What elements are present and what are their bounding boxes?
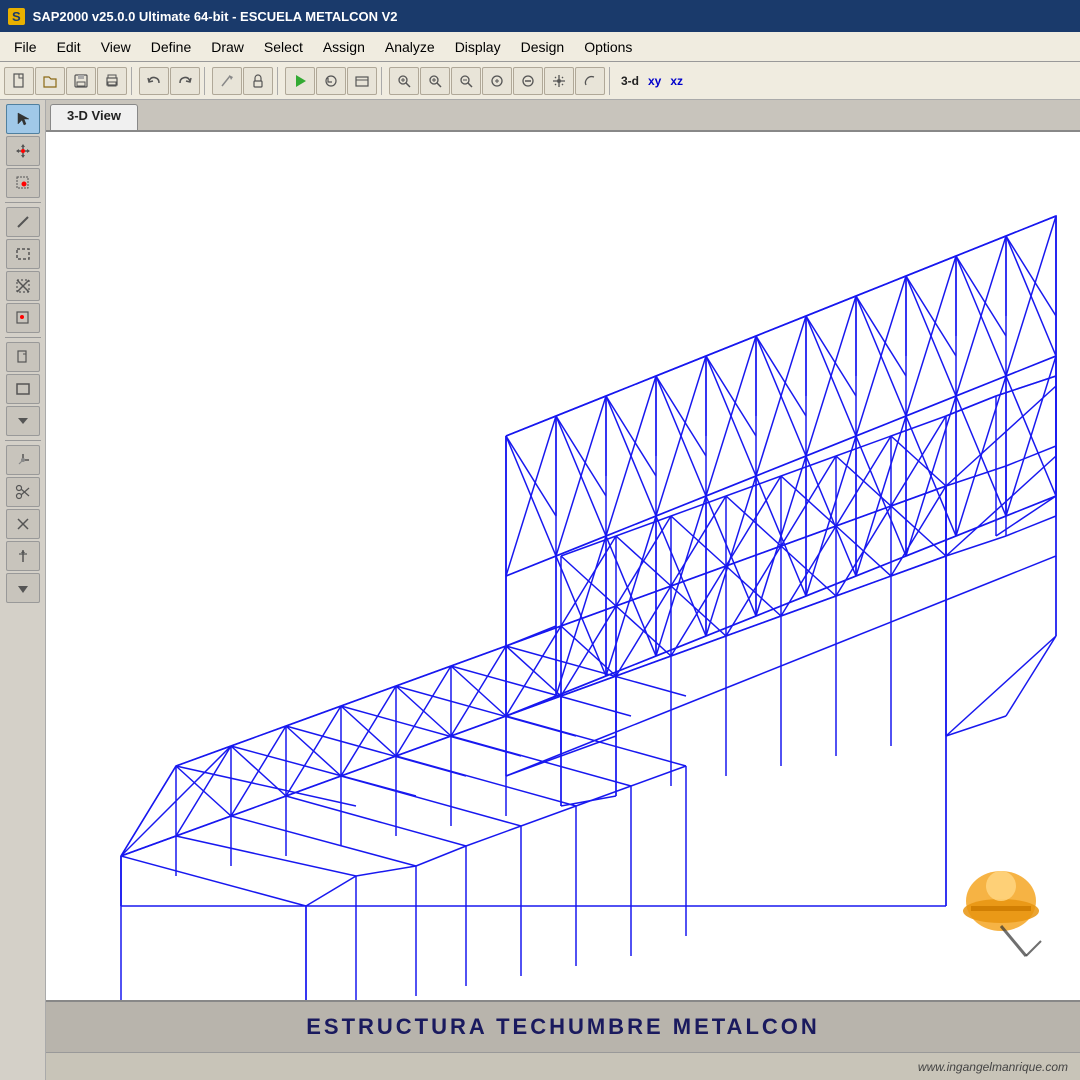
menu-options[interactable]: Options [574,35,642,59]
draw-line-button[interactable] [6,207,40,237]
menu-define[interactable]: Define [141,35,201,59]
title-bar: S SAP2000 v25.0.0 Ultimate 64-bit - ESCU… [0,0,1080,32]
new-button[interactable] [4,67,34,95]
pan-button[interactable] [544,67,574,95]
window-button[interactable] [347,67,377,95]
view-xz-button[interactable]: xz [666,72,687,90]
lock-button[interactable] [243,67,273,95]
zoom-fit-button[interactable] [482,67,512,95]
menu-view[interactable]: View [91,35,141,59]
viewport[interactable] [46,132,1080,1000]
lt-sep-2 [5,337,41,338]
lt-sep-1 [5,202,41,203]
menu-design[interactable]: Design [511,35,575,59]
sap-logo: S [8,8,25,25]
select-pointer-button[interactable] [6,104,40,134]
rubber-band-button[interactable] [575,67,605,95]
bottom-panel: ESTRUCTURA TECHUMBRE METALCON [46,1000,1080,1052]
redo-button[interactable] [170,67,200,95]
menu-select[interactable]: Select [254,35,313,59]
menu-assign[interactable]: Assign [313,35,375,59]
view-3d-button[interactable]: 3-d [617,72,643,90]
structure-diagram [46,132,1080,1000]
zoom-out-button[interactable] [451,67,481,95]
view-xy-button[interactable]: xy [644,72,665,90]
down-arrow-button[interactable] [6,573,40,603]
run-analysis-button[interactable] [285,67,315,95]
align-button[interactable] [6,541,40,571]
toolbar-sep-1 [131,67,135,95]
draw-area-button[interactable] [6,374,40,404]
content-area: 3-D View [46,100,1080,1080]
menu-display[interactable]: Display [445,35,511,59]
menu-file[interactable]: File [4,35,47,59]
menu-edit[interactable]: Edit [47,35,91,59]
open-button[interactable] [35,67,65,95]
toolbar-sep-3 [277,67,281,95]
toolbar-sep-4 [381,67,385,95]
tab-bar: 3-D View [46,100,1080,132]
print-button[interactable] [97,67,127,95]
zoom-in-button[interactable] [420,67,450,95]
save-button[interactable] [66,67,96,95]
footer: www.ingangelmanrique.com [46,1052,1080,1080]
add-point-button[interactable] [6,168,40,198]
undo-button[interactable] [139,67,169,95]
toolbar-sep-5 [609,67,613,95]
project-title: ESTRUCTURA TECHUMBRE METALCON [306,1014,820,1040]
toolbar: 3-d xy xz [0,62,1080,100]
main-area: 3-D View [0,100,1080,1080]
menu-bar: File Edit View Define Draw Select Assign… [0,32,1080,62]
intersect-button[interactable] [6,271,40,301]
zoom-window-button[interactable] [389,67,419,95]
lt-sep-3 [5,440,41,441]
cross-lines-button[interactable] [6,509,40,539]
tab-3d-view[interactable]: 3-D View [50,104,138,130]
more-button[interactable] [6,406,40,436]
grid-dots-button[interactable] [6,303,40,333]
menu-draw[interactable]: Draw [201,35,254,59]
set-xy-button[interactable] [6,445,40,475]
scissors-cut-button[interactable] [6,477,40,507]
toolbar-sep-2 [204,67,208,95]
app-title: SAP2000 v25.0.0 Ultimate 64-bit - ESCUEL… [33,9,398,24]
edit-tool-button[interactable] [212,67,242,95]
left-toolbar [0,100,46,1080]
website-link: www.ingangelmanrique.com [918,1060,1068,1074]
zoom-out-small-button[interactable] [513,67,543,95]
select-rect-button[interactable] [6,239,40,269]
move-node-button[interactable] [6,136,40,166]
insert-page-button[interactable] [6,342,40,372]
menu-analyze[interactable]: Analyze [375,35,445,59]
refresh-button[interactable] [316,67,346,95]
